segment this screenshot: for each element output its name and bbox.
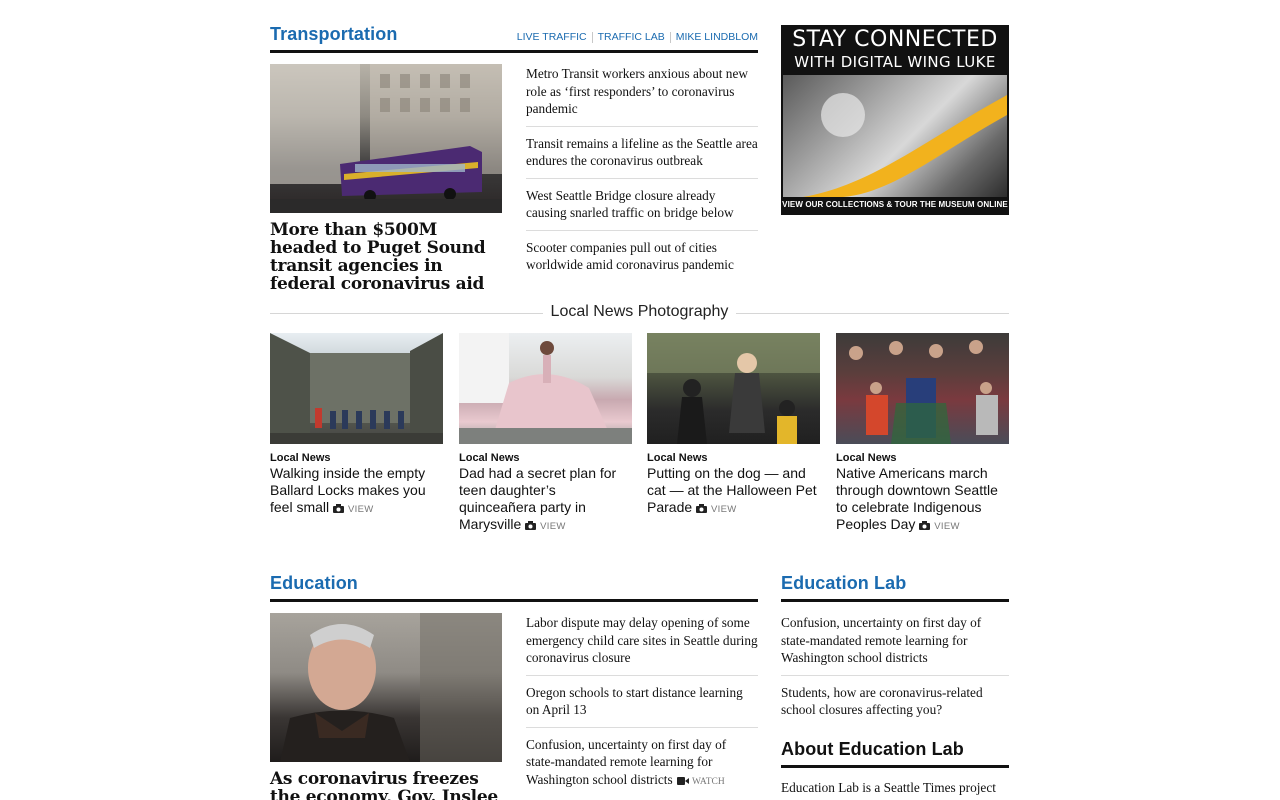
ad-headline: STAY CONNECTED <box>792 27 998 52</box>
education-lab-header: Education Lab <box>781 571 1009 602</box>
story-link[interactable]: Transit remains a lifeline as the Seattl… <box>526 135 758 179</box>
traffic-lab-link[interactable]: TRAFFIC LAB <box>591 32 670 43</box>
live-traffic-link[interactable]: LIVE TRAFFIC <box>512 32 592 43</box>
photo-kicker[interactable]: Local News <box>459 452 633 464</box>
locks-illustration <box>270 333 443 444</box>
about-education-lab-title: About Education Lab <box>781 739 964 759</box>
camera-icon <box>696 500 708 517</box>
native-march-illustration <box>849 340 998 444</box>
transit-bus-photo[interactable] <box>270 64 502 213</box>
transportation-lead-headline[interactable]: More than $500M headed to Puget Sound tr… <box>270 221 506 293</box>
ad-subheadline: WITH DIGITAL WING LUKE <box>794 53 996 71</box>
education-lab-title[interactable]: Education Lab <box>781 573 906 594</box>
story-link[interactable]: Oregon schools to start distance learnin… <box>526 684 758 728</box>
photo-kicker[interactable]: Local News <box>270 452 444 464</box>
story-link[interactable]: Students, how are coronavirus-related sc… <box>781 684 1009 727</box>
halloween-photo[interactable] <box>647 333 820 444</box>
wing-luke-ad[interactable]: STAY CONNECTED WITH DIGITAL WING LUKE VI… <box>781 25 1009 215</box>
photography-title: Local News Photography <box>542 303 737 320</box>
photo-card[interactable]: Local News Walking inside the empty Ball… <box>270 333 444 518</box>
watch-link[interactable]: WATCH <box>692 777 725 787</box>
story-link[interactable]: Labor dispute may delay opening of some … <box>526 614 758 676</box>
photo-kicker[interactable]: Local News <box>647 452 821 464</box>
photo-card[interactable]: Local News Native Americans march throug… <box>836 333 1010 535</box>
photo-caption[interactable]: Dad had a secret plan for teen daughter’… <box>459 465 616 532</box>
photo-caption[interactable]: Native Americans march through downtown … <box>836 465 998 532</box>
ad-yellow-swoosh <box>803 93 1007 197</box>
education-lab-story-list: Confusion, uncertainty on first day of s… <box>781 614 1009 735</box>
view-link[interactable]: VIEW <box>348 504 373 515</box>
view-link[interactable]: VIEW <box>934 521 959 532</box>
quinceanera-photo[interactable] <box>459 333 632 444</box>
story-link[interactable]: Metro Transit workers anxious about new … <box>526 65 758 127</box>
ballard-locks-photo[interactable] <box>270 333 443 444</box>
ad-archival-photo <box>783 75 1007 197</box>
education-lead-headline[interactable]: As coronavirus freezes the economy, Gov.… <box>270 770 506 800</box>
native-march-photo[interactable] <box>836 333 1009 444</box>
quinceanera-illustration <box>459 333 632 444</box>
inslee-photo[interactable] <box>270 613 502 762</box>
halloween-illustration <box>647 333 820 444</box>
video-icon <box>676 772 689 790</box>
ad-cta: VIEW OUR COLLECTIONS & TOUR THE MUSEUM O… <box>782 200 1008 209</box>
story-link[interactable]: West Seattle Bridge closure already caus… <box>526 187 758 231</box>
story-link[interactable]: Confusion, uncertainty on first day of s… <box>781 614 1009 676</box>
about-education-lab-text: Education Lab is a Seattle Times project <box>781 780 996 795</box>
education-story-list: Labor dispute may delay opening of some … <box>526 614 758 800</box>
photo-card[interactable]: Local News Putting on the dog — and cat … <box>647 333 821 518</box>
story-link[interactable]: Scooter companies pull out of cities wor… <box>526 239 758 282</box>
transportation-story-list: Metro Transit workers anxious about new … <box>526 65 758 290</box>
camera-icon <box>525 517 537 534</box>
view-link[interactable]: VIEW <box>711 504 736 515</box>
education-title[interactable]: Education <box>270 573 358 594</box>
about-education-lab-header: About Education Lab <box>781 737 1009 768</box>
transportation-links: LIVE TRAFFIC TRAFFIC LAB MIKE LINDBLOM <box>512 32 758 43</box>
mike-lindblom-link[interactable]: MIKE LINDBLOM <box>669 32 758 43</box>
camera-icon <box>333 500 345 517</box>
camera-icon <box>919 517 931 534</box>
transportation-title[interactable]: Transportation <box>270 24 397 45</box>
education-header: Education <box>270 571 758 602</box>
transit-bus-illustration <box>270 64 502 213</box>
photography-section-header: Local News Photography <box>270 303 1009 323</box>
view-link[interactable]: VIEW <box>540 521 565 532</box>
story-link-with-video[interactable]: Confusion, uncertainty on first day of s… <box>526 736 758 800</box>
transportation-header: Transportation LIVE TRAFFIC TRAFFIC LAB … <box>270 22 758 53</box>
photo-kicker[interactable]: Local News <box>836 452 1010 464</box>
inslee-illustration <box>280 613 502 762</box>
photo-card[interactable]: Local News Dad had a secret plan for tee… <box>459 333 633 535</box>
